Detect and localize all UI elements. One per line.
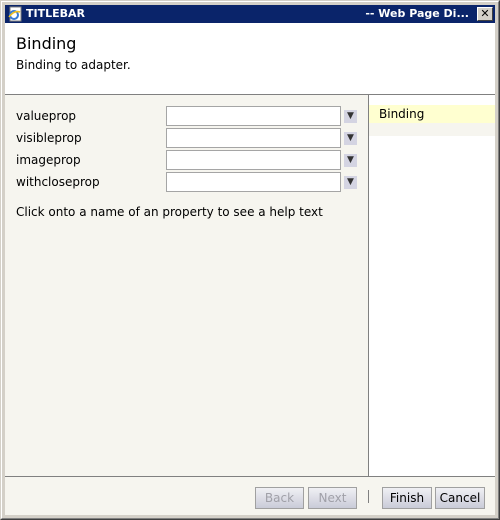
window-frame: TITLEBAR -- Web Page Di... ✕ Binding Bin… xyxy=(1,1,499,519)
nav-band xyxy=(369,123,495,136)
property-label[interactable]: visibleprop xyxy=(16,131,82,145)
property-row-withcloseprop: withcloseprop ▼ xyxy=(5,172,368,194)
chevron-down-icon[interactable]: ▼ xyxy=(344,110,357,123)
ie-page-icon xyxy=(8,6,22,22)
wizard-header: Binding Binding to adapter. xyxy=(5,23,495,95)
visibleprop-input[interactable] xyxy=(166,128,341,148)
nav-item-binding[interactable]: Binding xyxy=(369,105,495,123)
footer-divider xyxy=(5,476,495,477)
property-label[interactable]: imageprop xyxy=(16,153,81,167)
property-row-imageprop: imageprop ▼ xyxy=(5,150,368,172)
close-button[interactable]: ✕ xyxy=(477,7,493,21)
property-row-visibleprop: visibleprop ▼ xyxy=(5,128,368,150)
cancel-button[interactable]: Cancel xyxy=(435,487,485,509)
property-row-valueprop: valueprop ▼ xyxy=(5,106,368,128)
back-button[interactable]: Back xyxy=(255,487,304,509)
titlebar-title: TITLEBAR xyxy=(26,7,85,20)
help-text: Click onto a name of an property to see … xyxy=(16,205,323,219)
button-separator xyxy=(368,490,369,503)
titlebar-subtitle: -- Web Page Di... xyxy=(365,7,469,20)
imageprop-input[interactable] xyxy=(166,150,341,170)
valueprop-input[interactable] xyxy=(166,106,341,126)
page-title: Binding xyxy=(16,34,77,53)
property-pane: valueprop ▼ visibleprop ▼ imageprop ▼ wi… xyxy=(5,95,368,476)
property-label[interactable]: valueprop xyxy=(16,109,76,123)
dialog-window: TITLEBAR -- Web Page Di... ✕ Binding Bin… xyxy=(0,0,500,520)
withcloseprop-input[interactable] xyxy=(166,172,341,192)
property-label[interactable]: withcloseprop xyxy=(16,175,100,189)
finish-button[interactable]: Finish xyxy=(382,487,432,509)
dialog-client: Binding Binding to adapter. valueprop ▼ … xyxy=(5,23,495,515)
chevron-down-icon[interactable]: ▼ xyxy=(344,132,357,145)
chevron-down-icon[interactable]: ▼ xyxy=(344,176,357,189)
titlebar[interactable]: TITLEBAR -- Web Page Di... ✕ xyxy=(5,5,495,23)
chevron-down-icon[interactable]: ▼ xyxy=(344,154,357,167)
close-icon: ✕ xyxy=(480,7,490,20)
page-subtitle: Binding to adapter. xyxy=(16,58,131,72)
wizard-nav-pane: Binding xyxy=(368,95,495,476)
next-button[interactable]: Next xyxy=(308,487,357,509)
